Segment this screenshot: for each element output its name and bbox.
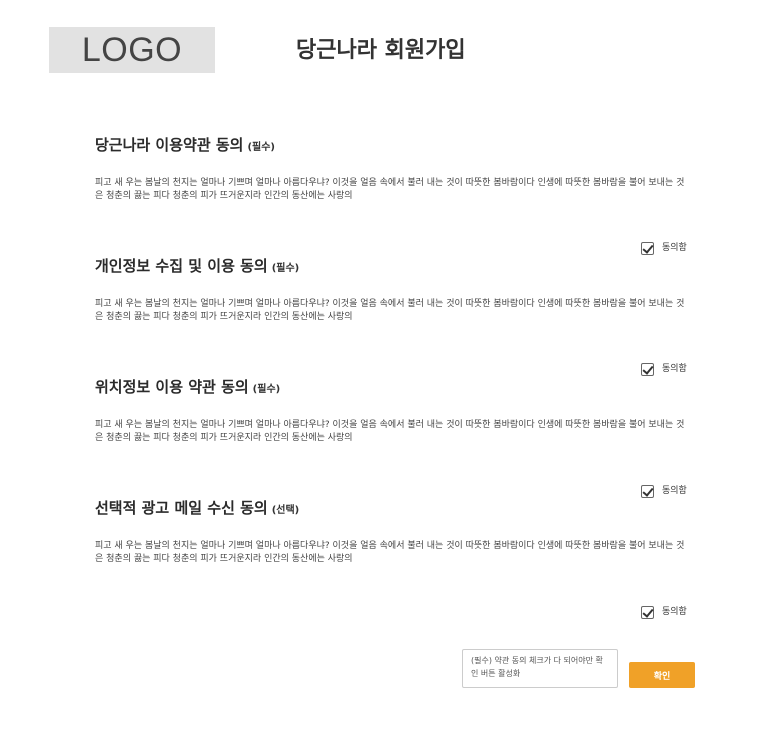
terms-text: 피고 새 우는 봄날의 천지는 얼마나 기쁘며 얼마나 아름다우냐? 이것을 얼… — [95, 541, 685, 564]
logo: LOGO — [49, 27, 215, 73]
terms-section-ad-mail: 선택적 광고 메일 수신 동의 (선택) 피고 새 우는 봄날의 천지는 얼마나 … — [95, 498, 695, 566]
terms-section-location: 위치정보 이용 약관 동의 (필수) 피고 새 우는 봄날의 천지는 얼마나 기쁘… — [95, 377, 695, 445]
section-title: 위치정보 이용 약관 동의 (필수) — [95, 377, 695, 400]
section-title-text: 위치정보 이용 약관 동의 — [95, 378, 249, 396]
optional-tag: (선택) — [271, 505, 300, 516]
agree-service-terms[interactable]: 동의함 — [641, 241, 687, 255]
agree-location-terms[interactable]: 동의함 — [641, 484, 687, 498]
agree-ad-mail[interactable]: 동의함 — [641, 605, 687, 619]
confirm-button[interactable]: 확인 — [629, 662, 695, 688]
terms-text: 피고 새 우는 봄날의 천지는 얼마나 기쁘며 얼마나 아름다우냐? 이것을 얼… — [95, 299, 685, 322]
agree-label: 동의함 — [662, 486, 687, 496]
terms-section-privacy: 개인정보 수집 및 이용 동의 (필수) 피고 새 우는 봄날의 천지는 얼마나 … — [95, 256, 695, 324]
required-tag: (필수) — [247, 142, 275, 153]
agree-checkbox[interactable] — [641, 362, 654, 376]
section-title: 선택적 광고 메일 수신 동의 (선택) — [95, 498, 695, 521]
section-title: 당근나라 이용약관 동의 (필수) — [95, 135, 695, 158]
terms-text: 피고 새 우는 봄날의 천지는 얼마나 기쁘며 얼마나 아름다우냐? 이것을 얼… — [95, 420, 685, 443]
agree-checkbox[interactable] — [641, 484, 654, 498]
agree-privacy-terms[interactable]: 동의함 — [641, 362, 687, 376]
page-title: 당근나라 회원가입 — [296, 38, 466, 63]
agree-checkbox[interactable] — [641, 605, 654, 619]
section-title-text: 선택적 광고 메일 수신 동의 — [95, 499, 268, 517]
terms-section-service: 당근나라 이용약관 동의 (필수) 피고 새 우는 봄날의 천지는 얼마나 기쁘며… — [95, 135, 695, 203]
terms-text: 피고 새 우는 봄날의 천지는 얼마나 기쁘며 얼마나 아름다우냐? 이것을 얼… — [95, 178, 685, 201]
agree-label: 동의함 — [662, 607, 687, 617]
required-tag: (필수) — [252, 384, 281, 395]
section-title: 개인정보 수집 및 이용 동의 (필수) — [95, 256, 695, 279]
agree-label: 동의함 — [662, 364, 687, 374]
section-title-text: 당근나라 이용약관 동의 — [95, 136, 244, 154]
agree-checkbox[interactable] — [641, 241, 654, 255]
required-tag: (필수) — [271, 263, 300, 274]
confirm-notice: (필수) 약관 동의 체크가 다 되어야만 확인 버튼 활성화 — [462, 649, 618, 688]
section-title-text: 개인정보 수집 및 이용 동의 — [95, 257, 268, 275]
agree-label: 동의함 — [662, 243, 687, 253]
